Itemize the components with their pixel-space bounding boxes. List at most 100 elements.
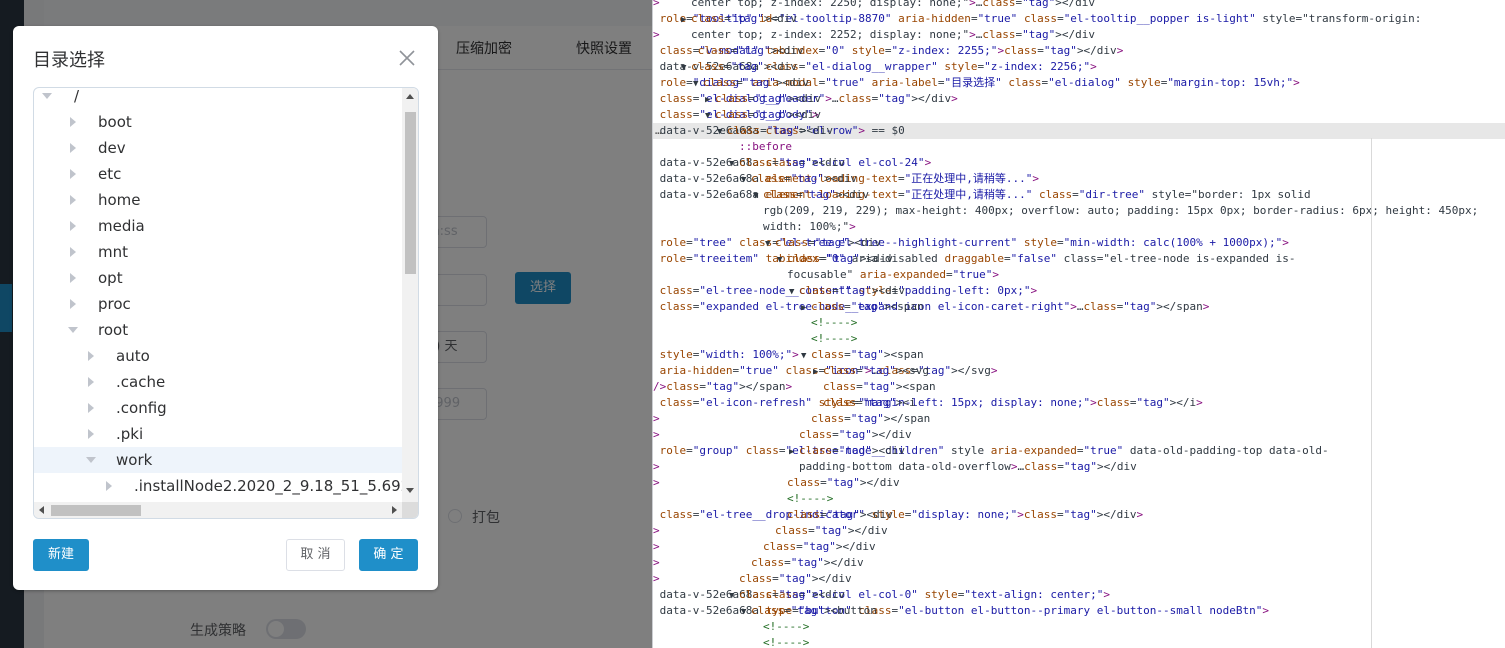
dom-node-line[interactable]: class="tag"></div > <box>653 571 1505 587</box>
expand-triangle-icon[interactable]: ▶ <box>705 92 715 108</box>
scroll-down-arrow-icon[interactable] <box>406 488 414 493</box>
dom-node-line[interactable]: class="tag"></div > <box>653 427 1505 443</box>
expand-triangle-icon[interactable]: ▼ <box>789 284 799 300</box>
tree-node[interactable]: home <box>34 187 402 213</box>
dom-node-line[interactable]: <!----> <box>653 491 1505 507</box>
caret-right-icon[interactable] <box>70 195 76 205</box>
tree-node[interactable]: opt <box>34 265 402 291</box>
dom-node-line[interactable]: class="tag"></div > <box>653 523 1505 539</box>
tree-node[interactable]: / <box>34 88 402 109</box>
more-options-icon[interactable]: … <box>655 123 662 139</box>
dom-node-line[interactable]: ▼ class="tag"><span style="width: 100%;"> <box>653 347 1505 363</box>
dom-node-line[interactable]: ▶ class="tag"><span class="expanded el-tr… <box>653 299 1505 315</box>
close-icon[interactable] <box>397 48 417 68</box>
tree-node[interactable]: .cache <box>34 369 402 395</box>
horizontal-scroll-thumb[interactable] <box>51 505 141 516</box>
scroll-right-arrow-icon[interactable] <box>392 506 397 514</box>
tree-node[interactable]: work <box>34 447 402 473</box>
dom-node-line[interactable]: padding-bottom data-old-overflow>…class=… <box>653 459 1505 475</box>
caret-down-icon[interactable] <box>86 457 96 463</box>
caret-right-icon[interactable] <box>70 117 76 127</box>
tree-node[interactable]: root <box>34 317 402 343</box>
expand-triangle-icon[interactable]: ▼ <box>741 604 751 620</box>
expand-triangle-icon[interactable]: ▼ <box>729 588 739 604</box>
expand-triangle-icon[interactable]: ▼ <box>729 156 739 172</box>
expand-triangle-icon[interactable]: ▼ <box>705 108 715 124</box>
tree-vertical-scrollbar[interactable] <box>402 88 418 502</box>
dom-node-line[interactable]: ▼ class="tag"><div data-v-52e6a68a class=… <box>653 155 1505 171</box>
dom-node-line[interactable]: class="tag"></div > <box>653 555 1505 571</box>
tree-node[interactable]: dev <box>34 135 402 161</box>
tree-node[interactable]: media <box>34 213 402 239</box>
tree-node[interactable]: boot <box>34 109 402 135</box>
expand-triangle-icon[interactable]: ▼ <box>741 172 751 188</box>
caret-right-icon[interactable] <box>88 403 94 413</box>
dom-node-line[interactable]: class="tag"></div > <box>653 475 1505 491</box>
scroll-left-arrow-icon[interactable] <box>39 506 44 514</box>
caret-right-icon[interactable] <box>70 169 76 179</box>
dom-node-line[interactable]: ▼ class="tag"><div data-v-52e6a68a elemen… <box>653 171 1505 187</box>
dom-node-line[interactable]: center top; z-index: 2250; display: none… <box>653 0 1505 11</box>
scroll-up-arrow-icon[interactable] <box>406 94 414 99</box>
dom-node-line[interactable]: ▼ class="tag"><div data-v-52e6a68a elemen… <box>653 187 1505 203</box>
vertical-scroll-thumb[interactable] <box>405 112 416 274</box>
dom-node-line[interactable]: <!----> <box>653 635 1505 648</box>
dom-node-line[interactable]: … ▼ class="tag"><div data-v-52e6a68a class… <box>653 123 1505 139</box>
caret-right-icon[interactable] <box>70 273 76 283</box>
expand-triangle-icon[interactable]: ▶ <box>801 300 811 316</box>
cancel-button[interactable]: 取 消 <box>286 539 345 571</box>
dom-node-line[interactable]: <!----> <box>653 619 1505 635</box>
tree-node[interactable]: etc <box>34 161 402 187</box>
dom-node-line[interactable]: class="tag"><div class="v-modal" tabinde… <box>653 43 1505 59</box>
dom-node-line[interactable]: ▶ class="tag"><svg aria-hidden="true" cla… <box>653 363 1505 379</box>
dom-node-line[interactable]: width: 100%;"> <box>653 219 1505 235</box>
dom-node-line[interactable]: ▼ class="tag"><div role="dialog" aria-mod… <box>653 75 1505 91</box>
caret-down-icon[interactable] <box>68 327 78 333</box>
dom-node-line[interactable]: ▼ class="tag"><div class="el-dialog__body… <box>653 107 1505 123</box>
tree-node[interactable]: .installNode2.2020_2_9.18_51_5.6925 <box>34 473 402 499</box>
dom-node-line[interactable]: class="tag"><span/>class="tag"></span> <box>653 379 1505 395</box>
dom-node-line[interactable]: rgb(209, 219, 229); max-height: 400px; o… <box>653 203 1505 219</box>
caret-right-icon[interactable] <box>88 377 94 387</box>
expand-triangle-icon[interactable]: ▶ <box>789 444 799 460</box>
expand-triangle-icon[interactable]: ▼ <box>681 60 691 76</box>
dom-node-line[interactable]: ▼ class="tag"><div data-v-52e6a68a class=… <box>653 587 1505 603</box>
expand-triangle-icon[interactable]: ▼ <box>777 252 787 268</box>
expand-triangle-icon[interactable]: ▼ <box>801 348 811 364</box>
dom-node-line[interactable]: ▼ class="tag"><div role="tree" class="el-… <box>653 235 1505 251</box>
dom-node-line[interactable]: ▶ class="tag"><div role="tooltip" id="el-… <box>653 11 1505 27</box>
dom-node-line[interactable]: focusable" aria-expanded="true"> <box>653 267 1505 283</box>
caret-right-icon[interactable] <box>70 143 76 153</box>
dom-node-line[interactable]: <!----> <box>653 331 1505 347</box>
tree-node[interactable]: auto <box>34 343 402 369</box>
caret-right-icon[interactable] <box>88 351 94 361</box>
tree-node[interactable]: .pki <box>34 421 402 447</box>
caret-right-icon[interactable] <box>88 429 94 439</box>
expand-triangle-icon[interactable]: ▼ <box>717 124 727 140</box>
caret-down-icon[interactable] <box>42 93 52 99</box>
dom-node-line[interactable]: ▼ class="tag"><div role="treeitem" tabind… <box>653 251 1505 267</box>
tree-node[interactable]: proc <box>34 291 402 317</box>
new-folder-button[interactable]: 新建 <box>33 539 89 571</box>
dom-node-line[interactable]: <!----> <box>653 315 1505 331</box>
dom-node-line[interactable]: ▶ class="tag"><div class="el-dialog__head… <box>653 91 1505 107</box>
expand-triangle-icon[interactable]: ▼ <box>693 76 703 92</box>
dom-node-line[interactable]: class="tag"><i class="el-icon-refresh" s… <box>653 395 1505 411</box>
dom-node-line[interactable]: class="tag"></div > <box>653 539 1505 555</box>
tree-horizontal-scrollbar[interactable] <box>34 502 402 518</box>
expand-triangle-icon[interactable]: ▶ <box>681 12 691 28</box>
expand-triangle-icon[interactable]: ▶ <box>813 364 823 380</box>
dom-node-line[interactable]: ▶ class="tag"><div role="group" class="el… <box>653 443 1505 459</box>
dom-node-line[interactable]: ::before <box>653 139 1505 155</box>
caret-right-icon[interactable] <box>70 299 76 309</box>
caret-right-icon[interactable] <box>106 481 112 491</box>
expand-triangle-icon[interactable]: ▼ <box>765 236 775 252</box>
confirm-button[interactable]: 确 定 <box>359 539 418 571</box>
tree-node[interactable]: mnt <box>34 239 402 265</box>
expand-triangle-icon[interactable]: ▼ <box>753 188 763 204</box>
dom-node-line[interactable]: ▼ class="tag"><button data-v-52e6a68a typ… <box>653 603 1505 619</box>
dom-node-line[interactable]: class="tag"></span > <box>653 411 1505 427</box>
caret-right-icon[interactable] <box>70 247 76 257</box>
caret-right-icon[interactable] <box>70 221 76 231</box>
tree-node[interactable]: .config <box>34 395 402 421</box>
